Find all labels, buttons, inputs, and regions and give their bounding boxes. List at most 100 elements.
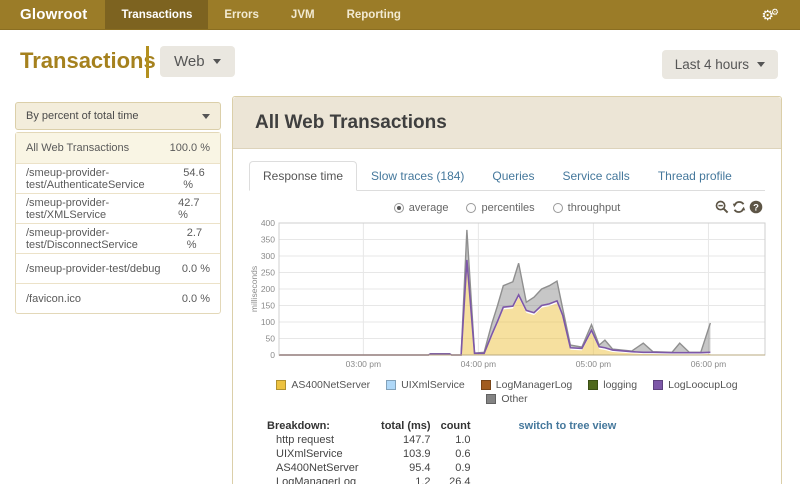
- top-navbar: Glowroot Transactions Errors JVM Reporting …: [0, 0, 800, 30]
- svg-text:50: 50: [266, 334, 276, 344]
- title-bar: Transactions Web Last 4 hours: [0, 42, 800, 84]
- transaction-name: /favicon.ico: [26, 292, 82, 305]
- legend-row: Other: [249, 393, 765, 405]
- legend-item-logloocuplog: LogLoocupLog: [653, 379, 738, 391]
- radio-icon: [466, 203, 477, 213]
- svg-text:03:00 pm: 03:00 pm: [346, 359, 381, 369]
- tab-bar: Response time Slow traces (184) Queries Ser…: [249, 161, 765, 191]
- breakdown-name: http request: [276, 434, 335, 446]
- transaction-percent: 2.7 %: [186, 226, 203, 251]
- legend-item-as400netserver: AS400NetServer: [276, 379, 370, 391]
- switch-to-tree-view-link[interactable]: switch to tree view: [519, 420, 617, 484]
- metric-selector-row: average percentiles throughput ?: [249, 200, 765, 216]
- metric-options: average percentiles throughput: [393, 202, 621, 214]
- svg-text:06:00 pm: 06:00 pm: [691, 359, 726, 369]
- metric-option-label: average: [408, 202, 449, 214]
- legend-item-uixmlservice: UIXmlService: [386, 379, 465, 391]
- legend-item-logmanagerlog: LogManagerLog: [480, 379, 573, 391]
- metric-option-average[interactable]: average: [393, 202, 449, 214]
- gears-icon[interactable]: ⚙⚙: [761, 7, 782, 22]
- breakdown-row: UIXmlService 103.9 0.6: [267, 447, 471, 461]
- svg-text:250: 250: [261, 268, 275, 278]
- breakdown-count: 1.0: [455, 434, 471, 446]
- transaction-row[interactable]: /smeup-provider-test/debug 0.0 %: [16, 253, 220, 283]
- transaction-name: /smeup-provider-test/debug: [26, 262, 161, 275]
- time-range-dropdown[interactable]: Last 4 hours: [661, 50, 778, 79]
- transaction-list: All Web Transactions 100.0 % /smeup-provid…: [15, 132, 221, 314]
- nav-item-jvm[interactable]: JVM: [275, 0, 331, 29]
- sort-dropdown[interactable]: By percent of total time: [15, 102, 221, 130]
- breakdown-name: AS400NetServer: [276, 462, 359, 474]
- breakdown-title: Breakdown:: [267, 420, 330, 432]
- transaction-name: All Web Transactions: [26, 142, 130, 154]
- breakdown-row: AS400NetServer 95.4 0.9: [267, 461, 471, 475]
- title-separator: [146, 46, 149, 78]
- nav-item-reporting[interactable]: Reporting: [331, 0, 417, 29]
- metric-option-label: throughput: [567, 202, 621, 214]
- svg-text:?: ?: [753, 202, 759, 213]
- transaction-percent: 0.0 %: [181, 292, 210, 305]
- chart-legend: AS400NetServer UIXmlService LogManagerLog l…: [249, 379, 765, 405]
- svg-text:350: 350: [261, 235, 275, 245]
- breakdown-total: 95.4: [409, 462, 431, 474]
- time-range-label: Last 4 hours: [674, 57, 749, 72]
- panel-content: Response time Slow traces (184) Queries Ser…: [233, 149, 781, 484]
- breakdown-name: UIXmlService: [276, 448, 343, 460]
- transaction-name: /smeup-provider-test/XMLService: [26, 196, 110, 221]
- legend-label: LogLoocupLog: [668, 379, 738, 391]
- legend-label: UIXmlService: [401, 379, 465, 391]
- legend-swatch: [276, 380, 287, 390]
- help-icon[interactable]: ?: [749, 200, 763, 214]
- panel-header: All Web Transactions: [233, 97, 781, 149]
- legend-item-logging: logging: [588, 379, 637, 391]
- panel-title: All Web Transactions: [255, 111, 447, 133]
- legend-label: LogManagerLog: [495, 379, 573, 391]
- breakdown-col-total: total (ms): [381, 420, 431, 432]
- metric-option-label: percentiles: [481, 202, 535, 214]
- metric-option-percentiles[interactable]: percentiles: [466, 202, 535, 214]
- brand-logo[interactable]: Glowroot: [0, 0, 105, 29]
- transaction-row[interactable]: All Web Transactions 100.0 %: [16, 133, 220, 163]
- chart-toolbar: ?: [715, 200, 763, 214]
- tab-slow-traces-184[interactable]: Slow traces (184): [357, 161, 478, 191]
- transaction-type-label: Web: [174, 53, 205, 70]
- zoom-out-icon[interactable]: [715, 200, 729, 214]
- radio-icon: [552, 203, 563, 213]
- breakdown-total: 1.2: [415, 476, 431, 484]
- svg-text:300: 300: [261, 251, 275, 261]
- nav-item-errors[interactable]: Errors: [208, 0, 275, 29]
- breakdown-section: Breakdown: total (ms) count http request…: [267, 419, 765, 484]
- legend-label: Other: [501, 393, 528, 405]
- tab-response-time[interactable]: Response time: [249, 161, 358, 191]
- breakdown-name: LogManagerLog: [276, 476, 357, 484]
- breakdown-total: 103.9: [403, 448, 431, 460]
- transaction-percent: 0.0 %: [181, 262, 210, 275]
- transaction-row[interactable]: /smeup-provider-test/XMLService 42.7 %: [16, 193, 220, 223]
- breakdown-total: 147.7: [403, 434, 431, 446]
- transaction-row[interactable]: /favicon.ico 0.0 %: [16, 283, 220, 313]
- legend-label: logging: [603, 379, 638, 391]
- tab-queries[interactable]: Queries: [478, 161, 548, 191]
- legend-item-other: Other: [486, 393, 528, 405]
- legend-swatch: [588, 380, 599, 390]
- legend-row: AS400NetServer UIXmlService LogManagerLog l…: [249, 379, 765, 391]
- chevron-down-icon: [202, 113, 210, 119]
- tab-service-calls[interactable]: Service calls: [548, 161, 643, 191]
- breakdown-col-count: count: [440, 420, 471, 432]
- legend-swatch: [386, 380, 397, 390]
- nav-item-transactions[interactable]: Transactions: [105, 0, 209, 29]
- legend-swatch: [653, 380, 664, 390]
- transaction-type-dropdown[interactable]: Web: [160, 46, 235, 77]
- transaction-row[interactable]: /smeup-provider-test/DisconnectService 2.…: [16, 223, 220, 253]
- transaction-row[interactable]: /smeup-provider-test/AuthenticateService…: [16, 163, 220, 193]
- tab-thread-profile[interactable]: Thread profile: [644, 161, 746, 191]
- page-title: Transactions: [20, 48, 156, 73]
- response-time-chart[interactable]: 0 50 100 150 200 250 300 350 400 03:00 pm 04:00 pm…: [249, 218, 766, 377]
- breakdown-count: 0.9: [455, 462, 471, 474]
- refresh-icon[interactable]: [732, 200, 746, 214]
- svg-text:100: 100: [261, 317, 275, 327]
- nav-menu: Transactions Errors JVM Reporting: [105, 0, 416, 29]
- svg-text:400: 400: [261, 218, 275, 228]
- breakdown-count: 26.4: [449, 476, 471, 484]
- metric-option-throughput[interactable]: throughput: [552, 202, 621, 214]
